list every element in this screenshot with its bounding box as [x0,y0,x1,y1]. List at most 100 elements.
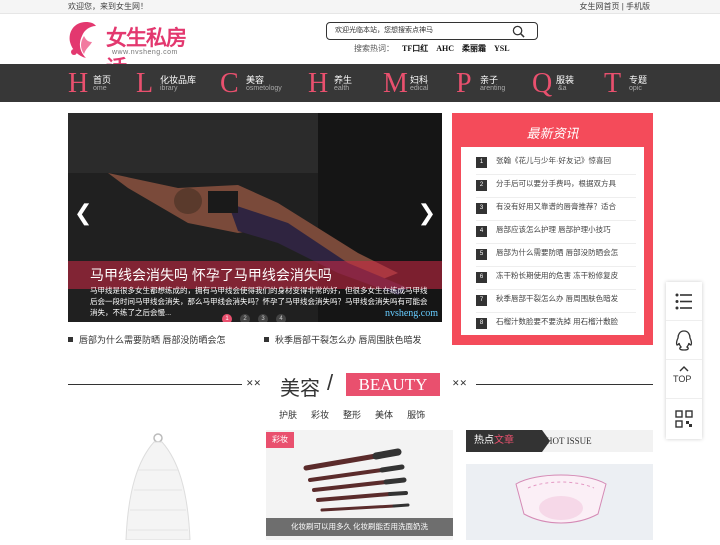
nav-sublabel: ealth [334,85,350,92]
product-card[interactable] [68,430,254,541]
section-title-cn: 美容 [280,378,320,400]
hot-search-words: 搜索热词： TF口红 AHC 柔丽霜 YSL [354,43,510,55]
hot-word[interactable]: YSL [494,44,510,53]
news-item[interactable]: 6 冻干粉长期使用的危害 冻干粉修复皮 [476,270,636,290]
card-caption[interactable]: 化妆刷可以用多久 化妆刷能否用洗面奶洗 [266,518,453,536]
search-icon[interactable] [512,25,525,38]
news-item[interactable]: 3 有没有好用又靠谱的唇膏推荐？适合 [476,201,636,221]
news-item[interactable]: 5 唇部为什么需要防晒 唇部没防晒会怎 [476,247,636,267]
cross-deco-icon: ✕✕ [246,378,262,388]
news-heading: 最新资讯 [526,126,579,141]
hot-label-b: 文章 [494,435,514,446]
news-item[interactable]: 7 秋季唇部干裂怎么办 唇周围肤色暗发 [476,293,636,313]
nav-letter: T [604,68,622,99]
nav-letter: L [136,68,154,99]
hot-issue-panel: 热点文章 HOT ISSUE [466,430,653,540]
back-to-top-button[interactable]: TOP [666,360,702,399]
hot-label: 搜索热词： [354,44,394,53]
featured-link[interactable]: 秋季唇部干裂怎么办 唇周围肤色暗发 [264,333,422,346]
hot-issue-image[interactable] [466,464,653,540]
qq-penguin-icon [675,330,693,351]
news-item[interactable]: 4 唇部应该怎么护理 唇部护理小技巧 [476,224,636,244]
slider-next-icon[interactable]: ❯ [418,201,436,225]
nav-letter: Q [532,68,553,99]
news-text[interactable]: 石榴汁数脸要不要洗掉 用石榴汁敷脸 [496,317,618,326]
top-links: 女生网首页 | 手机版 [579,0,650,14]
nav-sublabel: ibrary [160,85,178,92]
news-text[interactable]: 唇部为什么需要防晒 唇部没防晒会怎 [496,248,618,257]
sidebar-qrcode-button[interactable] [666,399,702,438]
slider-dots: 1234 [222,307,294,322]
subnav-tab[interactable]: 护肤 [279,410,297,420]
news-text[interactable]: 秋季唇部干裂怎么办 唇周围肤色暗发 [496,294,618,303]
news-text[interactable]: 冻干粉长期使用的危害 冻干粉修复皮 [496,271,618,280]
slider-dot[interactable]: 4 [276,314,286,322]
square-bullet-icon [264,337,269,342]
news-text[interactable]: 有没有好用又靠谱的唇膏推荐？适合 [496,202,616,211]
slider-dot[interactable]: 2 [240,314,250,322]
hot-label-a: 热点 [474,435,494,446]
hot-word[interactable]: 柔丽霜 [462,44,486,53]
mobile-link[interactable]: 手机版 [626,2,650,11]
news-number: 7 [476,295,487,306]
floating-sidebar: TOP [666,282,702,439]
news-number: 1 [476,157,487,168]
hot-word[interactable]: AHC [436,44,454,53]
nav-letter: H [68,68,89,99]
sidebar-qq-button[interactable] [666,321,702,360]
featured-link-text[interactable]: 唇部为什么需要防晒 唇部没防晒会怎 [79,335,226,345]
news-item[interactable]: 8 石榴汁数脸要不要洗掉 用石榴汁敷脸 [476,316,636,336]
mesh-bag-image [125,433,191,541]
divider-line [68,384,242,385]
woman-profile-logo-icon [69,22,96,58]
news-text[interactable]: 分手后可以要分手费吗，根据双方具 [496,179,616,188]
nav-letter: H [308,68,329,99]
news-item[interactable]: 1 张翰《花儿与少年·好友记》惊喜回 [476,155,636,175]
news-list: 1 张翰《花儿与少年·好友记》惊喜回 2 分手后可以要分手费吗，根据双方具 3 有没有… [461,147,644,335]
nav-sublabel: edical [410,85,429,92]
news-text[interactable]: 唇部应该怎么护理 唇部护理小技巧 [496,225,611,234]
nav-sublabel: ome [93,85,107,92]
hot-article-label: 热点文章 [466,430,542,452]
makeup-brush-card[interactable]: 彩妆 化妆刷可以用多久 化妆刷能否用洗面奶洗 [266,430,453,540]
featured-link-text[interactable]: 秋季唇部干裂怎么办 唇周围肤色暗发 [275,335,422,345]
hot-word[interactable]: TF口红 [402,44,428,53]
subnav-tab[interactable]: 彩妆 [311,410,329,420]
section-title-en: BEAUTY [346,373,440,396]
news-number: 8 [476,318,487,329]
slider-dot[interactable]: 3 [258,314,268,322]
hot-issue-en: HOT ISSUE [546,436,592,446]
slider-prev-icon[interactable]: ❮ [74,201,92,225]
site-logo[interactable]: 女生私房话 www.nvsheng.com [66,20,196,80]
news-text[interactable]: 张翰《花儿与少年·好友记》惊喜回 [496,156,611,165]
divider-line [476,384,653,385]
search-box[interactable]: 欢迎光临本站，您想搜索点神马 [326,22,538,40]
search-input[interactable]: 欢迎光临本站，您想搜索点神马 [335,23,433,39]
news-number: 4 [476,226,487,237]
news-number: 3 [476,203,487,214]
main-nav: H 首页 ome L 化妆品库 ibrary C 美容 osmetology H 养生 ealt… [0,64,720,102]
news-number: 5 [476,249,487,260]
qr-code-icon [675,410,693,428]
category-tag[interactable]: 彩妆 [266,432,294,448]
subnav-tab[interactable]: 美体 [375,410,393,420]
logo-url: www.nvsheng.com [112,49,178,56]
subnav-tab[interactable]: 服饰 [407,410,425,420]
slider-dot[interactable]: 1 [222,314,232,322]
slider-watermark: nvsheng.com [384,308,438,319]
arrow-up-icon [679,366,689,372]
hero-slider[interactable]: ❮ ❯ 马甲线会消失吗 怀孕了马甲线会消失吗 马甲线是很多女生都想练成的，拥有马… [68,113,442,322]
slider-title[interactable]: 马甲线会消失吗 怀孕了马甲线会消失吗 [90,265,332,285]
nav-sublabel: &a [558,85,567,92]
featured-link[interactable]: 唇部为什么需要防晒 唇部没防晒会怎 [68,333,226,346]
nav-letter: M [383,68,408,99]
home-link[interactable]: 女生网首页 [579,2,619,11]
cross-deco-icon: ✕✕ [452,378,468,388]
news-number: 6 [476,272,487,283]
section-slash: / [327,370,334,395]
subnav-tab[interactable]: 整形 [343,410,361,420]
news-item[interactable]: 2 分手后可以要分手费吗，根据双方具 [476,178,636,198]
top-bar: 欢迎您，来到女生网！ 女生网首页 | 手机版 [0,0,720,14]
nav-letter: C [220,68,239,99]
sidebar-list-button[interactable] [666,282,702,321]
